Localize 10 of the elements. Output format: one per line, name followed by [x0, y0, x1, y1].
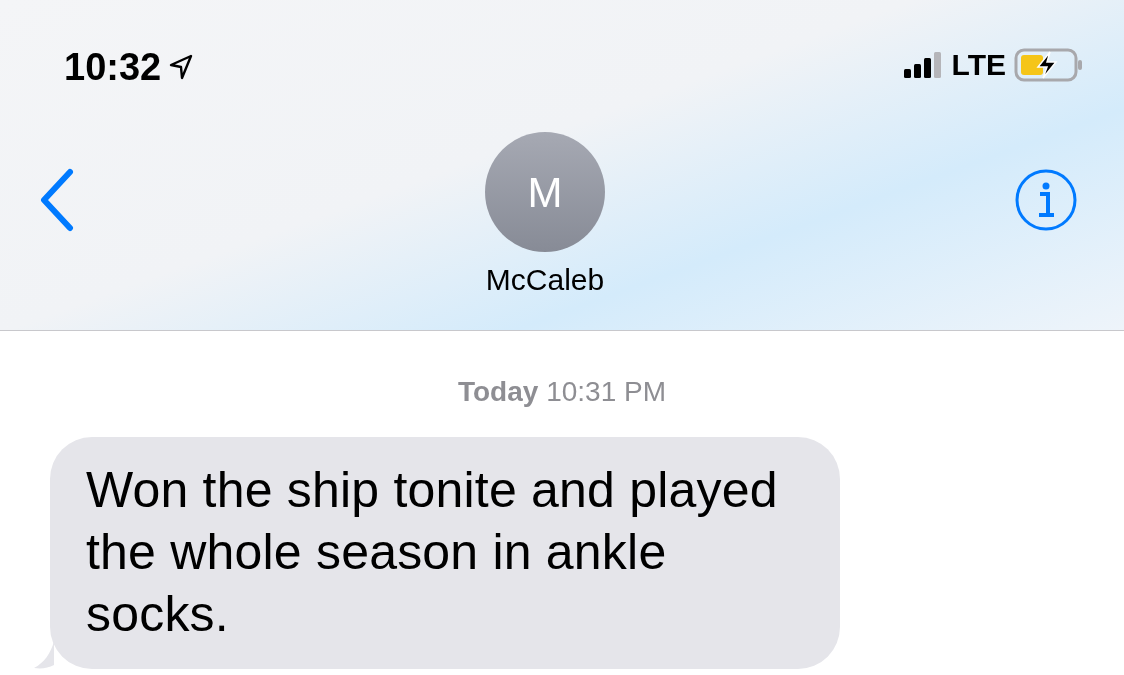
- message-timestamp: Today 10:31 PM: [457, 375, 667, 409]
- contact-name[interactable]: McCaleb: [485, 262, 605, 298]
- clock-time: 10:32: [64, 48, 162, 86]
- battery-charging-icon: [1014, 48, 1084, 82]
- info-icon[interactable]: [1014, 168, 1078, 232]
- message-text: Won the ship tonite and played the whole season in ankle socks.: [86, 460, 779, 644]
- location-arrow-icon: [169, 54, 194, 80]
- signal-icon: [903, 52, 944, 78]
- back-icon[interactable]: [38, 168, 76, 232]
- network-label: LTE: [951, 50, 1006, 80]
